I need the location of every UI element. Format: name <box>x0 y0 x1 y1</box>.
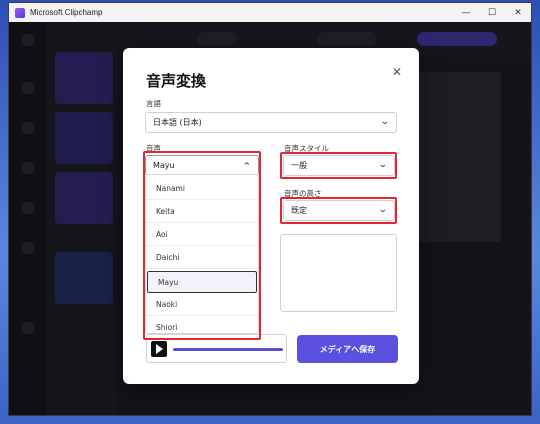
voice-option[interactable]: Aoi <box>146 224 258 246</box>
close-icon[interactable]: ✕ <box>390 65 404 79</box>
play-icon[interactable] <box>151 341 167 357</box>
voice-label: 音声 <box>146 144 161 153</box>
voice-option-selected[interactable]: Mayu <box>147 271 257 293</box>
save-to-media-button[interactable]: メディアへ保存 <box>297 335 398 363</box>
pitch-select[interactable]: 既定 ⌄ <box>283 200 395 221</box>
voice-option[interactable]: Nanami <box>146 178 258 200</box>
chevron-down-icon: ⌄ <box>378 160 389 170</box>
voice-conversion-dialog: 音声変換 ✕ 言語 日本語 (日本) ⌄ 音声 Mayu ⌃ 音声スタイル 一般… <box>123 48 419 384</box>
voice-value: Mayu <box>153 161 175 170</box>
playback-progress-bar[interactable] <box>173 348 283 351</box>
voice-style-select[interactable]: 一般 ⌄ <box>283 155 395 176</box>
language-value: 日本語 (日本) <box>153 118 202 127</box>
voice-style-value: 一般 <box>291 161 307 170</box>
voice-option[interactable]: Keita <box>146 201 258 223</box>
audio-preview-player <box>146 334 287 363</box>
app-title: Microsoft Clipchamp <box>30 8 103 17</box>
chevron-down-icon: ⌄ <box>378 205 389 215</box>
clipchamp-logo-icon <box>15 7 25 18</box>
pitch-label: 音声の高さ <box>284 189 322 198</box>
voice-select[interactable]: Mayu ⌃ <box>145 155 259 176</box>
minimize-button[interactable]: — <box>453 3 479 22</box>
language-select[interactable]: 日本語 (日本) ⌄ <box>145 112 397 133</box>
voice-option[interactable]: Daichi <box>146 247 258 269</box>
voice-dropdown-list: Nanami Keita Aoi Daichi Mayu Naoki Shior… <box>145 174 259 334</box>
chevron-up-icon: ⌃ <box>242 162 253 172</box>
pitch-value: 既定 <box>291 206 307 215</box>
maximize-button[interactable]: ☐ <box>479 3 505 22</box>
script-textarea[interactable] <box>280 234 397 312</box>
language-label: 言語 <box>146 99 161 108</box>
close-window-button[interactable]: ✕ <box>505 3 531 22</box>
dialog-title: 音声変換 <box>146 72 207 90</box>
chevron-down-icon: ⌄ <box>380 117 391 127</box>
title-bar: Microsoft Clipchamp — ☐ ✕ <box>9 3 531 22</box>
window-controls: — ☐ ✕ <box>453 3 531 22</box>
voice-option[interactable]: Naoki <box>146 294 258 316</box>
voice-style-label: 音声スタイル <box>284 144 329 153</box>
